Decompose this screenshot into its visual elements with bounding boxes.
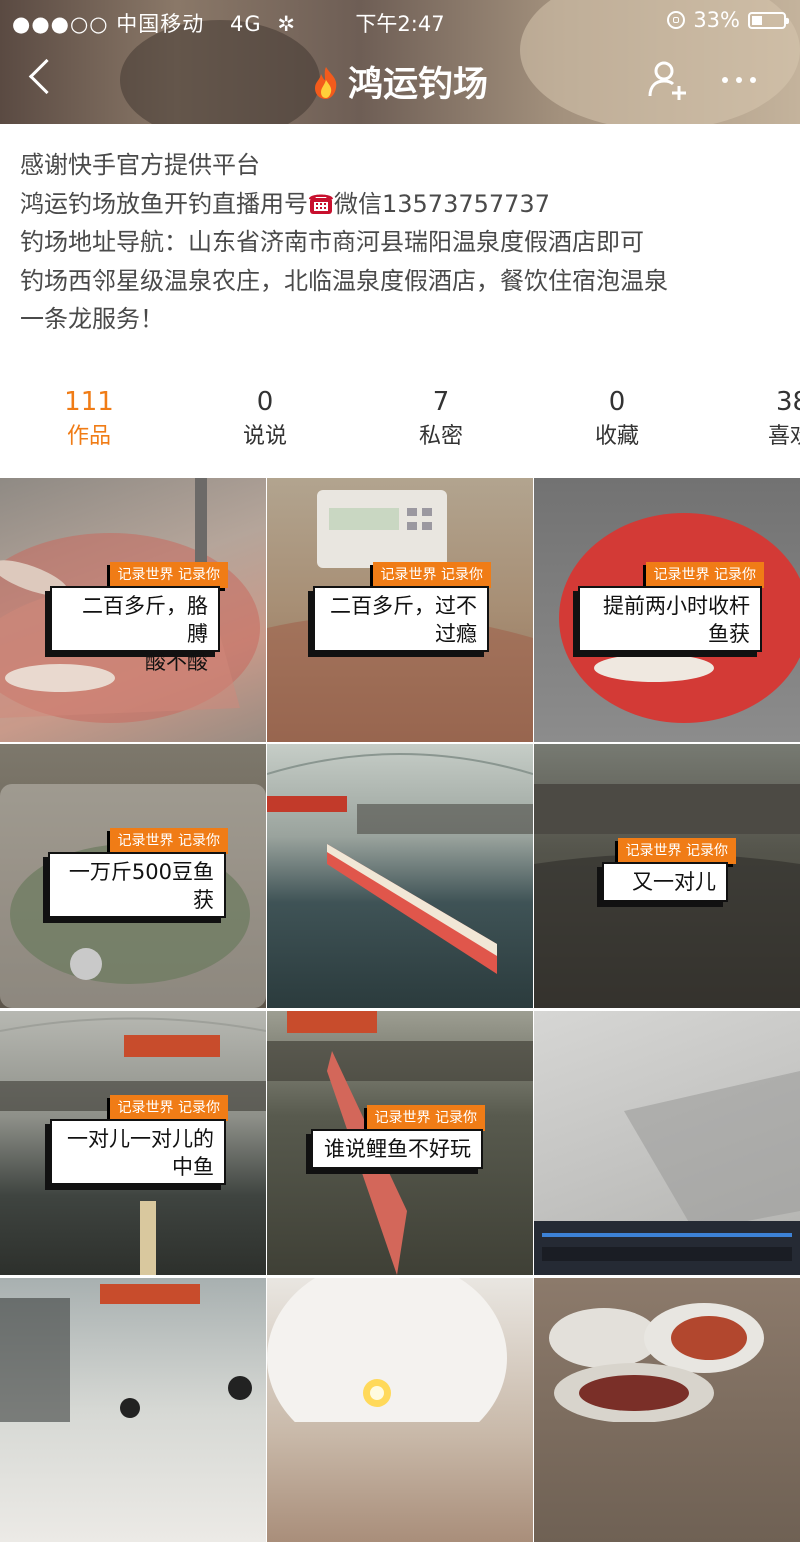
rotation-lock-icon: [667, 11, 686, 29]
video-thumbnail[interactable]: 记录世界 记录你 谁说鲤鱼不好玩: [267, 1011, 533, 1275]
caption-line: 二百多斤，过不: [330, 594, 477, 618]
dot-icon: [736, 77, 742, 83]
battery-percent: 33%: [693, 8, 740, 32]
stat-count: 0: [256, 387, 274, 417]
caption-line: 获: [193, 888, 214, 912]
caption-text: 一万斤500豆鱼 获: [48, 852, 226, 918]
stat-count: 7: [432, 387, 450, 417]
caption-tag: 记录世界 记录你: [109, 1095, 228, 1121]
thumbnail-image: [0, 1284, 252, 1422]
caption-overlay: 记录世界 记录你 一对儿一对儿的 中鱼: [50, 1095, 228, 1187]
follow-button[interactable]: [646, 58, 690, 102]
tab-favorites[interactable]: 0 收藏: [557, 383, 677, 453]
tab-posts[interactable]: 0 说说: [205, 383, 325, 453]
caption-text: 二百多斤，胳膊 酸不酸: [50, 586, 220, 674]
video-thumbnail[interactable]: [0, 1278, 266, 1542]
video-thumbnail[interactable]: 记录世界 记录你 一万斤500豆鱼 获: [0, 744, 266, 1008]
flame-icon: [314, 67, 337, 99]
caption-text: 又一对儿: [602, 862, 728, 902]
nav-bar: 鸿运钓场: [0, 46, 800, 116]
caption-line: 二百多斤，胳膊: [82, 594, 208, 646]
stat-label: 说说: [242, 424, 287, 449]
description-line: 一条龙服务！: [20, 305, 164, 334]
caption-line: 中鱼: [172, 1155, 214, 1179]
caption-line: 提前两小时收杆: [603, 594, 750, 618]
caption-overlay: 记录世界 记录你 又一对儿: [596, 838, 736, 904]
caption-text: 提前两小时收杆 鱼获: [578, 586, 762, 652]
stat-label: 私密: [418, 424, 463, 449]
more-button[interactable]: [722, 70, 766, 90]
caption-overlay: 记录世界 记录你 谁说鲤鱼不好玩: [307, 1105, 485, 1171]
caption-overlay: 记录世界 记录你 提前两小时收杆 鱼获: [578, 562, 764, 654]
stat-count: 38: [776, 387, 800, 417]
video-thumbnail[interactable]: 记录世界 记录你 提前两小时收杆 鱼获: [534, 478, 800, 742]
video-thumbnail[interactable]: [534, 1011, 800, 1275]
video-grid: 记录世界 记录你 二百多斤，胳膊 酸不酸 记录世界 记录你 二百多斤，过不 过瘾…: [0, 478, 800, 1542]
caption-text: 谁说鲤鱼不好玩: [311, 1129, 483, 1169]
thumbnail-image: [534, 1071, 800, 1275]
caption-line: 谁说鲤鱼不好玩: [324, 1137, 471, 1161]
dot-icon: [750, 77, 756, 83]
profile-header: ●●●○○ 中国移动 4G ✲ 下午2:47 33% 鸿运钓场: [0, 0, 800, 124]
stat-count: 0: [608, 387, 626, 417]
stat-label: 收藏: [594, 424, 639, 449]
description-line: 钓场地址导航：山东省济南市商河县瑞阳温泉度假酒店即可: [20, 228, 644, 257]
caption-overlay: 记录世界 记录你 一万斤500豆鱼 获: [48, 828, 228, 920]
description-line: 钓场西邻星级温泉农庄，北临温泉度假酒店，餐饮住宿泡温泉: [20, 266, 668, 295]
stat-label: 喜欢: [768, 424, 800, 449]
stat-count: 111: [64, 387, 114, 417]
thumbnail-image: [267, 753, 533, 974]
caption-line: 一对儿一对儿的: [67, 1127, 214, 1151]
stat-label: 作品: [66, 424, 111, 449]
tab-likes[interactable]: 38 喜欢: [740, 383, 800, 453]
caption-overlay: 记录世界 记录你 二百多斤，胳膊 酸不酸: [50, 562, 228, 674]
video-thumbnail[interactable]: 记录世界 记录你 二百多斤，胳膊 酸不酸: [0, 478, 266, 742]
video-thumbnail[interactable]: 记录世界 记录你 又一对儿: [534, 744, 800, 1008]
add-user-icon: [648, 61, 686, 100]
caption-line: 鱼获: [708, 622, 750, 646]
caption-tag: 记录世界 记录你: [366, 1105, 485, 1131]
caption-tag: 记录世界 记录你: [617, 838, 736, 864]
caption-tag: 记录世界 记录你: [109, 562, 228, 588]
dot-icon: [722, 77, 728, 83]
caption-text: 二百多斤，过不 过瘾: [313, 586, 489, 652]
video-thumbnail[interactable]: 记录世界 记录你 二百多斤，过不 过瘾: [267, 478, 533, 742]
caption-line: 一万斤500豆鱼: [68, 860, 214, 884]
video-thumbnail[interactable]: [267, 1278, 533, 1542]
caption-line: 酸不酸: [145, 650, 208, 674]
caption-line: 过瘾: [435, 622, 477, 646]
description-text: 微信13573757737: [334, 189, 550, 218]
telephone-icon: [309, 194, 333, 214]
caption-text: 一对儿一对儿的 中鱼: [50, 1119, 226, 1185]
tab-works[interactable]: 111 作品: [29, 383, 149, 453]
caption-overlay: 记录世界 记录你 二百多斤，过不 过瘾: [313, 562, 491, 654]
profile-stats: 111 作品 0 说说 7 私密 0 收藏 38 喜欢: [0, 383, 800, 463]
profile-description: 感谢快手官方提供平台 鸿运钓场放鱼开钓直播用号 微信13573757737 钓场地…: [20, 146, 790, 339]
thumbnail-image: [267, 1278, 507, 1458]
tab-private[interactable]: 7 私密: [381, 383, 501, 453]
status-bar: ●●●○○ 中国移动 4G ✲ 下午2:47 33%: [0, 6, 800, 38]
caption-line: 又一对儿: [632, 870, 716, 894]
thumbnail-image: [549, 1303, 764, 1423]
status-right: 33%: [667, 8, 789, 32]
battery-icon: [748, 11, 789, 29]
caption-tag: 记录世界 记录你: [109, 828, 228, 854]
video-thumbnail[interactable]: [534, 1278, 800, 1542]
description-line: 鸿运钓场放鱼开钓直播用号 微信13573757737: [20, 185, 790, 224]
video-thumbnail[interactable]: 记录世界 记录你 一对儿一对儿的 中鱼: [0, 1011, 266, 1275]
caption-tag: 记录世界 记录你: [645, 562, 764, 588]
caption-tag: 记录世界 记录你: [372, 562, 491, 588]
video-thumbnail[interactable]: [267, 744, 533, 1008]
description-line: 感谢快手官方提供平台: [20, 151, 260, 179]
page-title-text: 鸿运钓场: [347, 65, 488, 105]
description-text: 鸿运钓场放鱼开钓直播用号: [20, 189, 308, 218]
